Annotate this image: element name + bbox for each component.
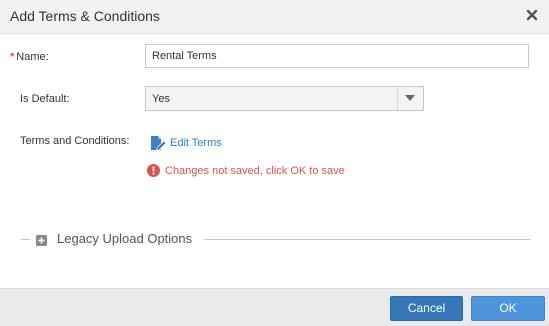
- warning-text: Changes not saved, click OK to save: [165, 164, 345, 177]
- is-default-select[interactable]: Yes: [145, 86, 424, 111]
- name-input[interactable]: [145, 44, 529, 68]
- edit-document-icon: [151, 136, 166, 151]
- edit-terms-link[interactable]: Edit Terms: [150, 135, 222, 151]
- add-terms-dialog: Add Terms & Conditions *Name: Is Default…: [0, 0, 549, 326]
- close-icon[interactable]: [525, 8, 539, 22]
- name-label-text: Name:: [16, 51, 49, 63]
- required-mark: *: [10, 51, 15, 63]
- name-label: * Name:: [10, 51, 49, 63]
- unsaved-warning: Changes not saved, click OK to save: [147, 164, 345, 177]
- is-default-value: Yes: [152, 93, 170, 105]
- dialog-footer: Cancel OK: [0, 288, 549, 326]
- error-circle-icon: [147, 164, 160, 177]
- legacy-divider-left: [21, 239, 30, 240]
- edit-terms-label: Edit Terms: [170, 137, 222, 149]
- dialog-title: Add Terms & Conditions: [10, 8, 160, 24]
- ok-button[interactable]: OK: [471, 296, 545, 321]
- is-default-label: Is Default:: [20, 93, 70, 105]
- dialog-titlebar: Add Terms & Conditions: [0, 0, 549, 34]
- terms-label: Terms and Conditions:: [20, 135, 130, 147]
- legacy-divider-right: [204, 239, 530, 240]
- cancel-button[interactable]: Cancel: [390, 296, 463, 321]
- dropdown-toggle[interactable]: [397, 87, 423, 110]
- plus-square-icon[interactable]: [36, 233, 47, 246]
- chevron-down-icon: [405, 95, 415, 101]
- legacy-upload-options-label[interactable]: Legacy Upload Options: [57, 231, 192, 246]
